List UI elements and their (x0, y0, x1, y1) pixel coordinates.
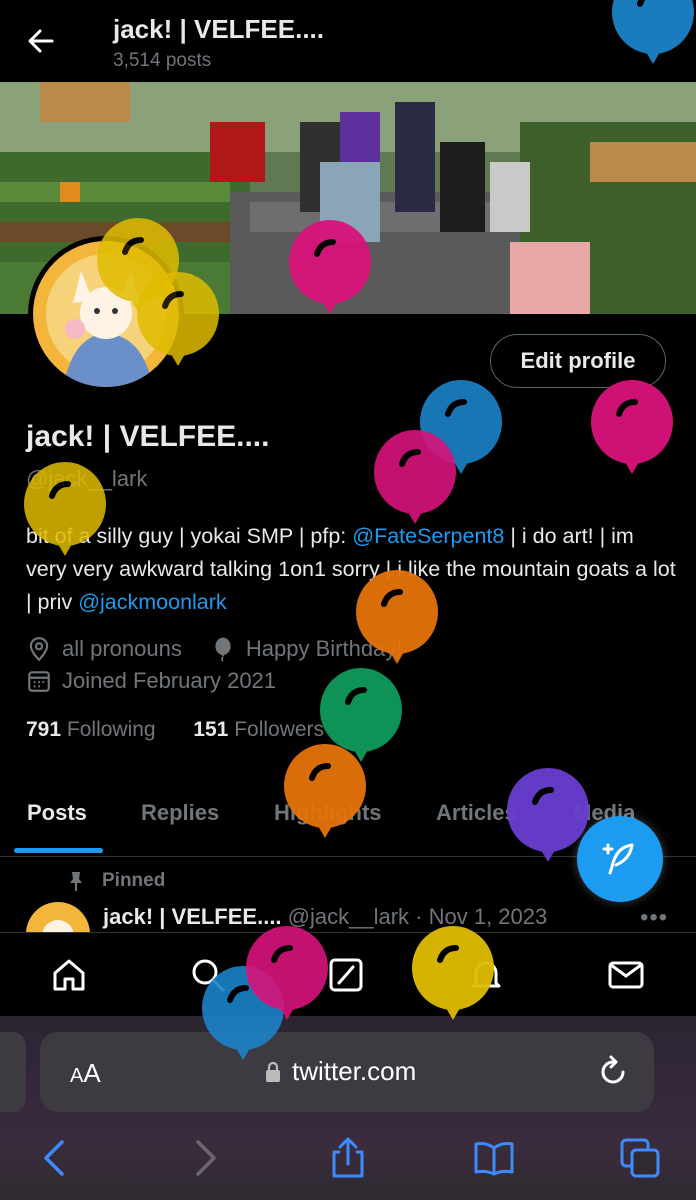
profile-bio: bit of a silly guy | yokai SMP | pfp: @F… (26, 520, 676, 619)
url-display[interactable]: twitter.com (264, 1056, 416, 1087)
header-title: jack! | VELFEE.... (113, 14, 325, 44)
back-arrow-icon[interactable] (22, 22, 60, 60)
balloon-icon (24, 462, 106, 556)
active-tab-indicator (14, 848, 103, 853)
balloon-icon (356, 570, 438, 664)
profile-joined-date: Joined February 2021 (62, 668, 277, 693)
browser-forward-icon[interactable] (182, 1136, 226, 1180)
follow-stats: 791 Following 151 Followers (26, 718, 324, 742)
home-icon[interactable] (49, 955, 89, 995)
grok-icon[interactable] (326, 955, 366, 995)
profile-joined-row: Joined February 2021 (26, 668, 276, 694)
bookmarks-icon[interactable] (472, 1136, 516, 1180)
previous-tab-preview[interactable] (0, 1032, 26, 1112)
bio-mention-link[interactable]: @jackmoonlark (78, 590, 226, 614)
pinned-label: Pinned (66, 870, 165, 892)
location-pin-icon (29, 637, 49, 662)
profile-meta-row: all pronouns Happy Birthday! (26, 636, 402, 662)
followers-link[interactable]: 151 Followers (193, 718, 324, 741)
balloon-icon (612, 0, 694, 64)
profile-display-name: jack! | VELFEE.... (26, 420, 270, 453)
balloon-icon (507, 768, 589, 862)
balloon-icon (246, 926, 328, 1020)
messages-icon[interactable] (606, 955, 646, 995)
tab-posts[interactable]: Posts (27, 800, 87, 826)
tab-replies[interactable]: Replies (141, 800, 219, 826)
bottom-nav (0, 932, 696, 1019)
tabs-icon[interactable] (618, 1136, 662, 1180)
pin-icon (70, 872, 82, 891)
balloon-icon (374, 430, 456, 524)
balloon-icon (284, 744, 366, 838)
share-icon[interactable] (326, 1136, 370, 1180)
balloon-icon (412, 926, 494, 1020)
calendar-icon (28, 671, 50, 692)
reload-icon[interactable] (596, 1054, 630, 1090)
header-post-count: 3,514 posts (113, 50, 212, 71)
browser-back-icon[interactable] (34, 1136, 78, 1180)
balloon-icon (215, 637, 231, 662)
balloon-icon (591, 380, 673, 474)
profile-pronouns: all pronouns (62, 636, 182, 661)
following-link[interactable]: 791 Following (26, 718, 156, 741)
balloon-icon (137, 272, 219, 366)
more-options-icon[interactable]: ••• (640, 904, 668, 932)
reader-settings-button[interactable]: AA (70, 1058, 101, 1089)
compose-feather-icon (602, 843, 634, 875)
balloon-icon (289, 220, 371, 314)
